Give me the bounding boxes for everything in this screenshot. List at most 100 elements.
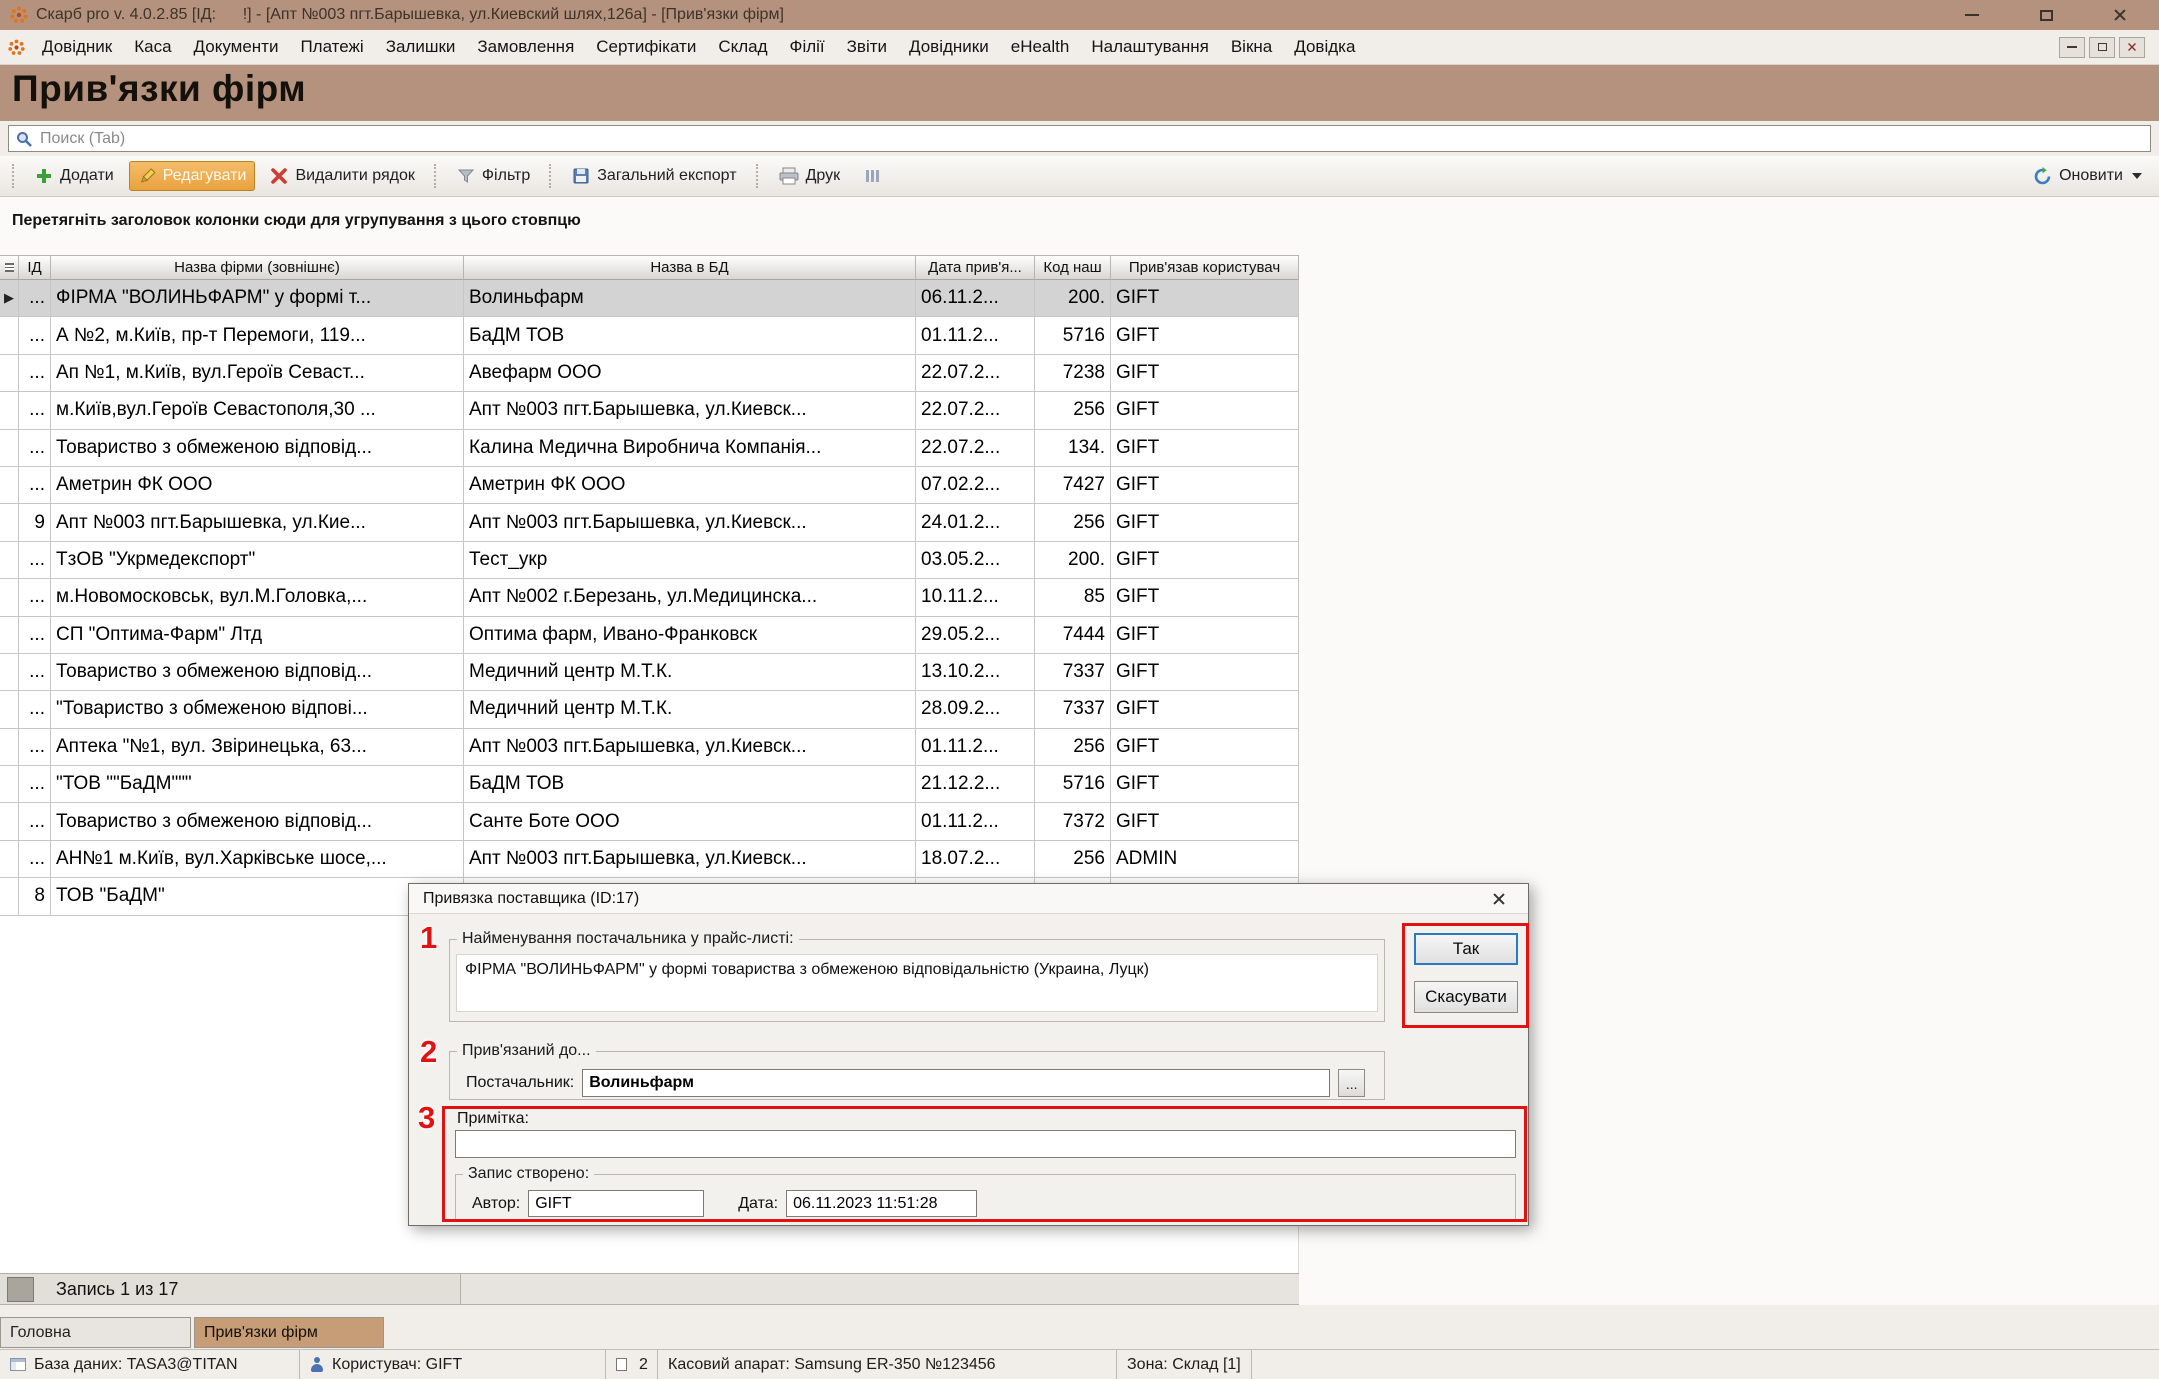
menu-item-4[interactable]: Платежі <box>289 37 374 57</box>
menu-item-14[interactable]: Вікна <box>1220 37 1283 57</box>
table-cell: ▶ <box>0 280 19 317</box>
refresh-button-label: Оновити <box>2059 167 2123 185</box>
column-header-5[interactable]: Код наш <box>1035 255 1111 280</box>
table-cell: ... <box>19 579 51 616</box>
table-row[interactable]: ...Товариство з обмеженою відповід...Мед… <box>0 654 1299 691</box>
refresh-dropdown-caret[interactable] <box>2132 173 2142 179</box>
table-cell: ... <box>19 542 51 579</box>
print-button[interactable]: Друк <box>770 161 850 191</box>
table-cell: 07.02.2... <box>916 467 1035 504</box>
table-cell: 256 <box>1035 729 1111 766</box>
record-navigator-button[interactable] <box>7 1277 34 1302</box>
menu-item-10[interactable]: Звіти <box>836 37 898 57</box>
table-cell: 256 <box>1035 504 1111 541</box>
mdi-restore-button[interactable] <box>2089 37 2115 58</box>
table-row[interactable]: ...А №2, м.Київ, пр-т Перемоги, 119...Ба… <box>0 317 1299 354</box>
minimize-button[interactable] <box>1957 3 1987 27</box>
edit-button[interactable]: Редагувати <box>129 161 256 191</box>
column-header-1[interactable]: ІД <box>19 255 51 280</box>
statusbar-item-text: Касовий апарат: Samsung ER-350 №123456 <box>668 1356 996 1374</box>
search-icon <box>15 130 33 148</box>
table-row[interactable]: ...Ап №1, м.Київ, вул.Героїв Севаст...Ав… <box>0 355 1299 392</box>
menu-item-13[interactable]: Налаштування <box>1080 37 1220 57</box>
table-cell: 8 <box>19 878 51 915</box>
menu-item-5[interactable]: Залишки <box>375 37 467 57</box>
menu-item-3[interactable]: Документи <box>183 37 290 57</box>
table-cell <box>0 355 19 392</box>
delete-row-button[interactable]: Видалити рядок <box>261 161 423 191</box>
menu-item-8[interactable]: Склад <box>707 37 778 57</box>
author-input[interactable] <box>528 1190 704 1217</box>
table-cell <box>0 542 19 579</box>
menu-item-9[interactable]: Філії <box>779 37 836 57</box>
table-row[interactable]: ...м.Київ,вул.Героїв Севастополя,30 ...А… <box>0 392 1299 429</box>
table-row[interactable]: ...АН№1 м.Київ, вул.Харківське шосе,...А… <box>0 841 1299 878</box>
table-row[interactable]: ...Аметрин ФК ОООАметрин ФК ООО07.02.2..… <box>0 467 1299 504</box>
menu-item-12[interactable]: eHealth <box>1000 37 1081 57</box>
menu-item-2[interactable]: Каса <box>123 37 182 57</box>
filter-button[interactable]: Фільтр <box>448 161 539 191</box>
refresh-button[interactable]: Оновити <box>2024 161 2151 192</box>
table-cell <box>0 654 19 691</box>
mdi-minimize-button[interactable] <box>2059 37 2085 58</box>
table-cell: 03.05.2... <box>916 542 1035 579</box>
table-cell: Апт №003 пгт.Барышевка, ул.Кие... <box>51 504 464 541</box>
note-input[interactable] <box>455 1130 1516 1158</box>
plus-icon <box>35 167 53 185</box>
table-cell: Апт №003 пгт.Барышевка, ул.Киевск... <box>464 504 916 541</box>
export-disk-icon <box>572 167 590 185</box>
table-row[interactable]: ..."Товариство з обмеженою відпові...Мед… <box>0 691 1299 728</box>
database-icon <box>10 1358 26 1371</box>
column-header-4[interactable]: Дата прив'я... <box>916 255 1035 280</box>
table-cell: Товариство з обмеженою відповід... <box>51 654 464 691</box>
table-cell: GIFT <box>1111 467 1299 504</box>
column-header-6[interactable]: Прив'язав користувач <box>1111 255 1299 280</box>
menu-item-6[interactable]: Замовлення <box>466 37 585 57</box>
table-cell: 06.11.2... <box>916 280 1035 317</box>
table-row[interactable]: ..."ТОВ ""БаДМ"""БаДМ ТОВ21.12.2...5716G… <box>0 766 1299 803</box>
table-row[interactable]: ▶...ФІРМА "ВОЛИНЬФАРМ" у формі т...Волин… <box>0 280 1299 317</box>
table-cell: GIFT <box>1111 803 1299 840</box>
export-button[interactable]: Загальний експорт <box>563 161 745 191</box>
supplier-name-memo[interactable]: ФІРМА "ВОЛИНЬФАРМ" у формі товариства з … <box>456 954 1378 1012</box>
date-input[interactable] <box>786 1190 977 1217</box>
table-cell: Оптима фарм, Ивано-Франковск <box>464 617 916 654</box>
table-row[interactable]: ...СП "Оптима-Фарм" ЛтдОптима фарм, Иван… <box>0 617 1299 654</box>
table-row[interactable]: ...ТзОВ "Укрмедекспорт"Тест_укр03.05.2..… <box>0 542 1299 579</box>
titlebar: Скарб pro v. 4.0.2.85 [ІД: !] - [Апт №00… <box>0 0 2159 30</box>
table-cell: 24.01.2... <box>916 504 1035 541</box>
column-header-2[interactable]: Назва фірми (зовнішнє) <box>51 255 464 280</box>
table-row[interactable]: ...Товариство з обмеженою відповід...Сан… <box>0 803 1299 840</box>
menu-item-11[interactable]: Довідники <box>898 37 1000 57</box>
mdi-close-button[interactable] <box>2119 37 2145 58</box>
table-cell <box>0 504 19 541</box>
table-cell: GIFT <box>1111 504 1299 541</box>
dialog-close-button[interactable] <box>1484 884 1514 913</box>
add-button[interactable]: Додати <box>26 161 123 191</box>
column-chooser-button[interactable] <box>855 162 889 190</box>
table-row[interactable]: 9Апт №003 пгт.Барышевка, ул.Кие...Апт №0… <box>0 504 1299 541</box>
menu-item-15[interactable]: Довідка <box>1283 37 1366 57</box>
column-header-3[interactable]: Назва в БД <box>464 255 916 280</box>
search-input[interactable] <box>40 130 2144 148</box>
tab-firm-bindings[interactable]: Прив'язки фірм <box>194 1317 384 1348</box>
menu-item-1[interactable]: Довідник <box>31 37 123 57</box>
cancel-button[interactable]: Скасувати <box>1414 981 1518 1013</box>
grid-corner-cell[interactable] <box>0 255 19 280</box>
table-row[interactable]: ...м.Новомосковськ, вул.М.Головка,...Апт… <box>0 579 1299 616</box>
record-count-label: Запись 1 из 17 <box>56 1279 178 1300</box>
maximize-button[interactable] <box>2031 3 2061 27</box>
table-row[interactable]: ...Аптека "№1, вул. Звіринецька, 63...Ап… <box>0 729 1299 766</box>
supplier-browse-button[interactable]: ... <box>1338 1069 1365 1097</box>
ok-button[interactable]: Так <box>1414 933 1518 965</box>
table-row[interactable]: ...Товариство з обмеженою відповід...Кал… <box>0 430 1299 467</box>
print-button-label: Друк <box>806 167 841 185</box>
close-button[interactable] <box>2105 3 2135 27</box>
annotation-number-3: 3 <box>418 1100 435 1136</box>
tab-home[interactable]: Головна <box>0 1317 191 1348</box>
table-cell: GIFT <box>1111 355 1299 392</box>
menu-item-7[interactable]: Сертифікати <box>585 37 707 57</box>
supplier-input[interactable] <box>582 1069 1330 1097</box>
table-cell: Медичний центр М.Т.К. <box>464 654 916 691</box>
table-cell: Товариство з обмеженою відповід... <box>51 430 464 467</box>
